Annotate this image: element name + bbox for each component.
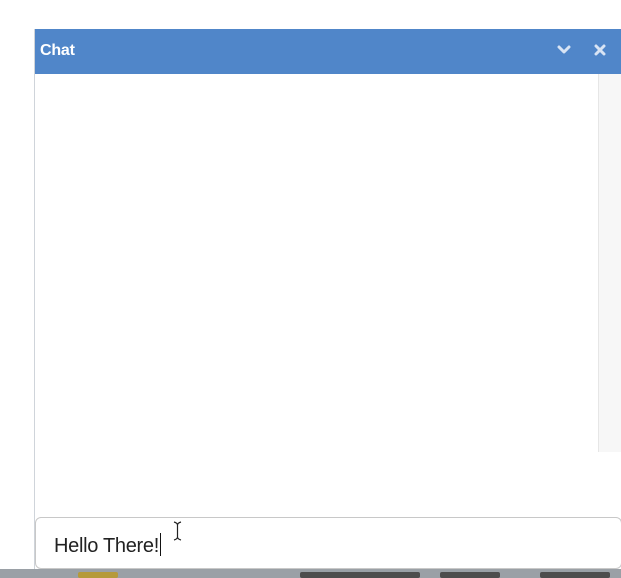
background-page-strip (0, 569, 621, 578)
close-button[interactable] (589, 39, 611, 61)
chevron-down-icon (557, 45, 571, 54)
chat-input-text: Hello There! (54, 535, 159, 557)
close-icon (594, 44, 606, 56)
chat-window: Chat Hello There! (34, 29, 621, 569)
chat-header: Chat (35, 29, 621, 74)
strip-mark (78, 572, 118, 578)
chat-input-field[interactable]: Hello There! (35, 517, 621, 569)
text-caret (159, 533, 161, 556)
chat-input-value: Hello There! (54, 533, 161, 558)
chat-scrollbar[interactable] (598, 74, 621, 452)
minimize-button[interactable] (553, 39, 575, 61)
ibeam-cursor-icon (173, 521, 182, 541)
chat-title: Chat (40, 42, 75, 59)
strip-mark (440, 572, 500, 578)
chat-message-list[interactable] (35, 74, 598, 546)
strip-mark (300, 572, 420, 578)
strip-mark (540, 572, 610, 578)
